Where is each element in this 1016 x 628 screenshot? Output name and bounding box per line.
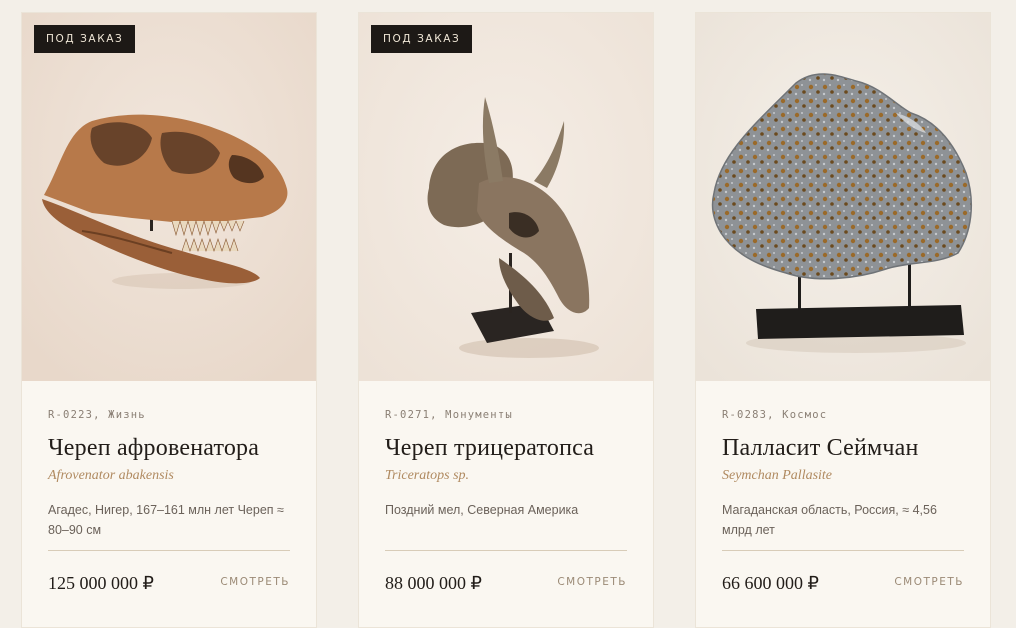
- product-image-triceratops[interactable]: ПОД ЗАКАЗ: [359, 13, 653, 381]
- divider: [722, 550, 964, 551]
- badge-on-order: ПОД ЗАКАЗ: [371, 25, 473, 53]
- view-button[interactable]: СМОТРЕТЬ: [220, 576, 290, 588]
- product-title[interactable]: Череп трицератопса: [385, 435, 627, 462]
- product-description: Магаданская область, Россия, ≈ 4,56 млрд…: [722, 503, 937, 537]
- product-title[interactable]: Палласит Сеймчан: [722, 435, 964, 462]
- product-image-afrovenator[interactable]: ПОД ЗАКАЗ: [22, 13, 316, 381]
- product-title[interactable]: Череп афровенатора: [48, 435, 290, 462]
- product-meta: R-0271, Монументы: [385, 409, 513, 421]
- divider: [48, 550, 290, 551]
- product-price: 88 000 000 ₽: [385, 573, 482, 593]
- product-latin-name: Triceratops sp.: [385, 468, 470, 483]
- divider: [385, 550, 627, 551]
- view-button[interactable]: СМОТРЕТЬ: [557, 576, 627, 588]
- product-image-pallasite[interactable]: [696, 13, 990, 381]
- product-latin-name: Afrovenator abakensis: [48, 468, 174, 483]
- product-grid: ПОД ЗАКАЗ R-0223, Жизнь Череп афровенато…: [21, 12, 991, 628]
- product-meta: R-0283, Космос: [722, 409, 828, 421]
- product-description: Поздний мел, Северная Америка: [385, 503, 579, 517]
- badge-on-order: ПОД ЗАКАЗ: [34, 25, 136, 53]
- product-card-pallasite[interactable]: R-0283, Космос Палласит Сеймчан Seymchan…: [695, 12, 991, 628]
- product-description: Агадес, Нигер, 167–161 млн лет Череп ≈ 8…: [48, 503, 284, 537]
- product-price: 125 000 000 ₽: [48, 573, 154, 593]
- product-latin-name: Seymchan Pallasite: [722, 468, 833, 483]
- product-card-triceratops[interactable]: ПОД ЗАКАЗ R-0271, Монументы Череп трицер…: [358, 12, 654, 628]
- view-button[interactable]: СМОТРЕТЬ: [894, 576, 964, 588]
- product-meta: R-0223, Жизнь: [48, 409, 146, 421]
- product-price: 66 600 000 ₽: [722, 573, 819, 593]
- product-card-afrovenator[interactable]: ПОД ЗАКАЗ R-0223, Жизнь Череп афровенато…: [21, 12, 317, 628]
